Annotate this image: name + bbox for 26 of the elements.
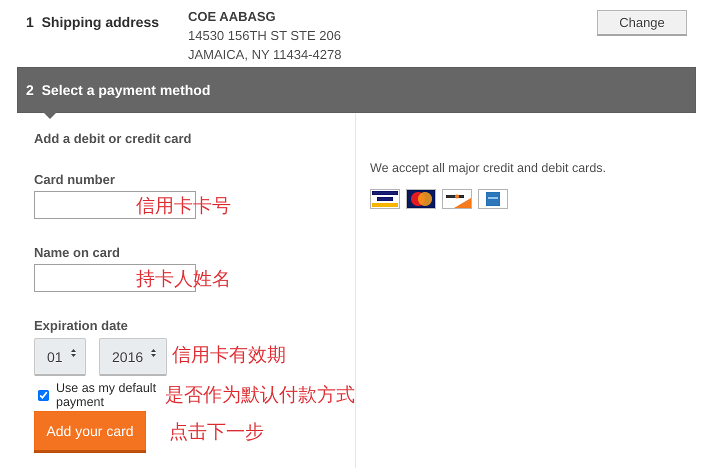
- annotation: 点击下一步: [169, 420, 264, 445]
- checkbox-label: Use as my default payment: [56, 381, 158, 409]
- field-label: Expiration date: [34, 318, 129, 333]
- updown-icon: [70, 348, 76, 356]
- card-logo-icon: [406, 189, 436, 209]
- change-button[interactable]: Change: [597, 10, 687, 36]
- updown-icon: [151, 348, 156, 356]
- field-label: Name on card: [34, 245, 121, 260]
- annotation: 是否作为默认付款方式: [165, 383, 355, 408]
- card-logo-icon: [442, 189, 472, 209]
- address-line: JAMAICA, NY 11434-4278: [188, 46, 342, 64]
- annotation: 信用卡卡号: [136, 194, 231, 219]
- annotation: 信用卡有效期: [172, 343, 286, 368]
- form-subtitle: Add a debit or credit card: [34, 131, 192, 146]
- select-dropdown[interactable]: 2016: [99, 338, 167, 376]
- field-label: Card number: [34, 172, 116, 187]
- address-line: 14530 156TH ST STE 206: [188, 27, 342, 45]
- accepted-cards-text: We accept all major credit and debit cards.: [370, 161, 606, 175]
- checkbox[interactable]: [38, 390, 49, 400]
- select-dropdown[interactable]: 01: [34, 338, 86, 376]
- section-title: 2 Select a payment method: [26, 82, 210, 98]
- step-title: 1 Shipping address: [26, 14, 160, 30]
- card-logo-icon: [370, 189, 400, 209]
- annotation: 持卡人姓名: [136, 267, 231, 292]
- address-line: COE AABASG: [188, 8, 277, 26]
- card-logo-icon: [478, 189, 508, 209]
